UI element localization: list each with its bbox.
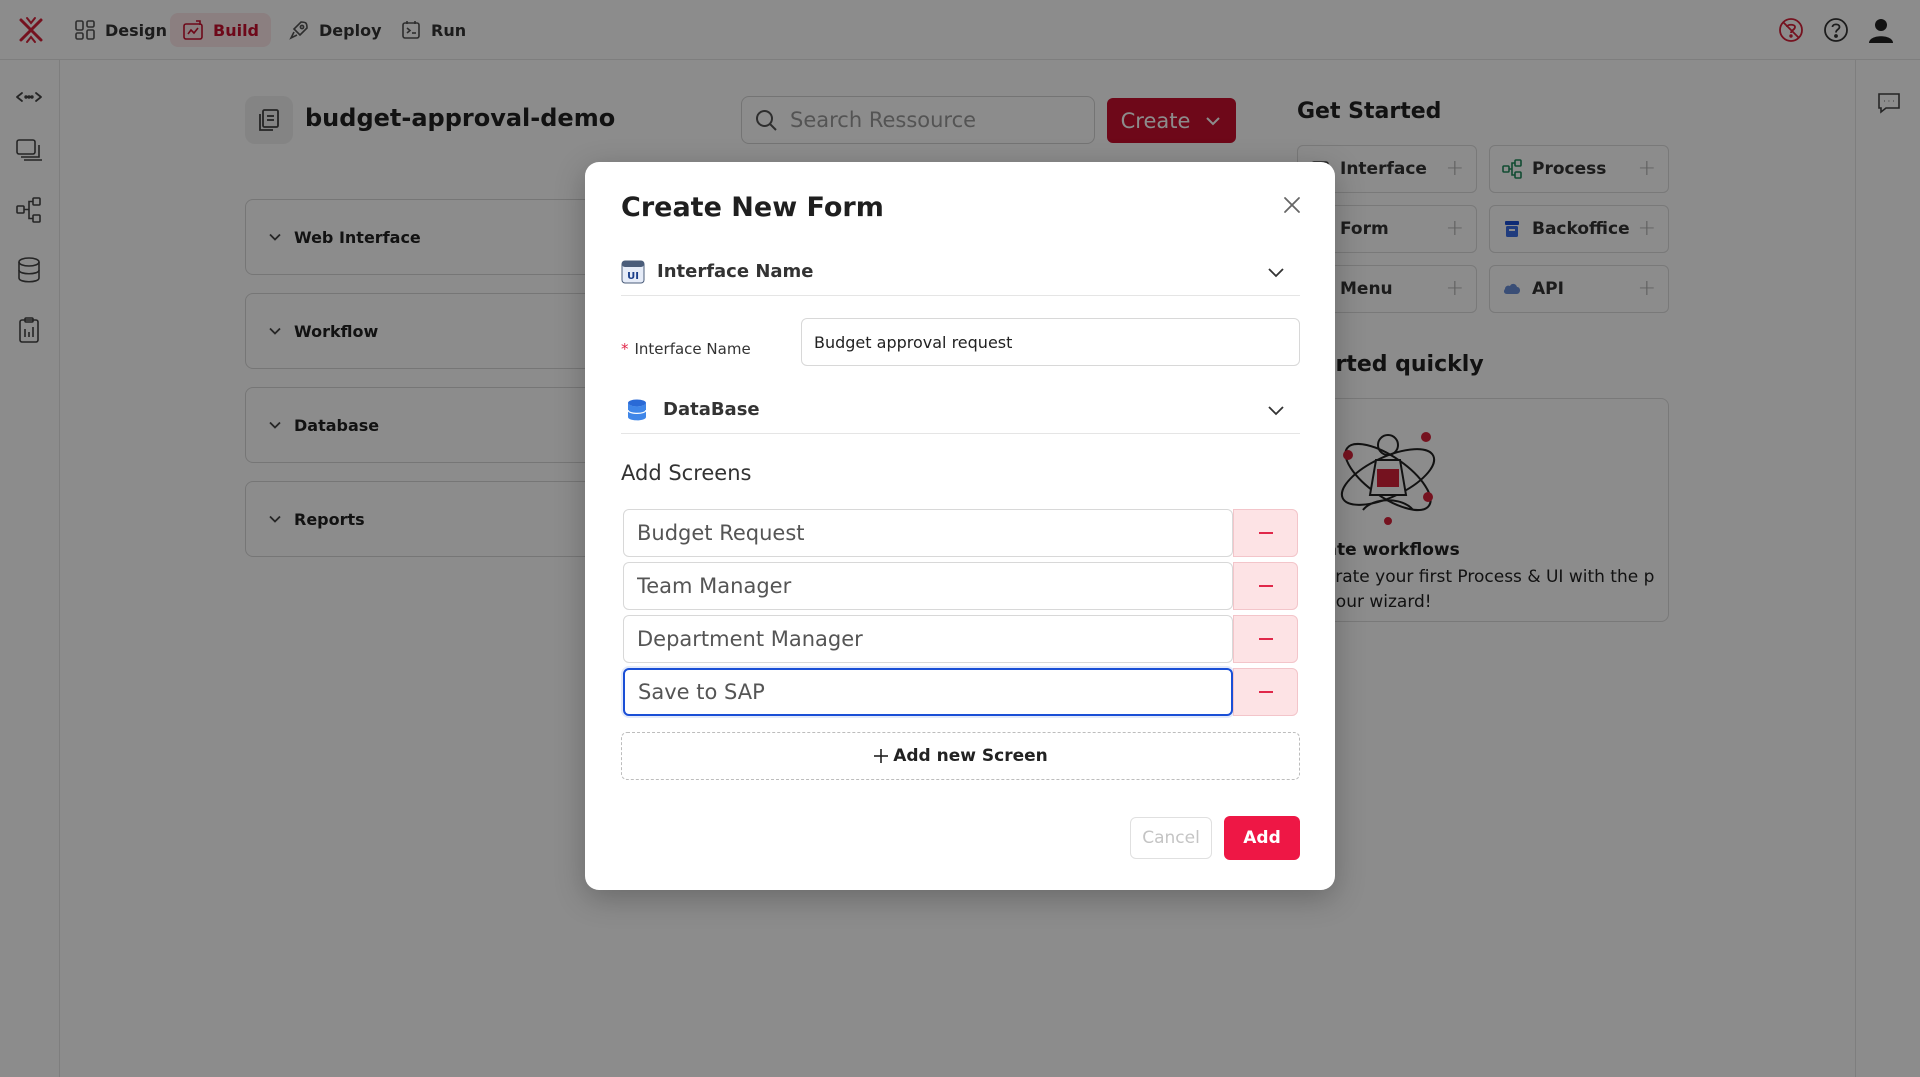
screen-row bbox=[623, 562, 1298, 610]
screen-name-input-focused[interactable] bbox=[623, 668, 1233, 716]
required-marker: * bbox=[621, 340, 629, 358]
cancel-button[interactable]: Cancel bbox=[1130, 817, 1212, 859]
screen-row bbox=[623, 509, 1298, 557]
add-new-screen-button[interactable]: Add new Screen bbox=[621, 732, 1300, 780]
interface-name-label: * Interface Name bbox=[621, 340, 751, 358]
close-icon[interactable] bbox=[1280, 193, 1304, 217]
remove-screen-button[interactable] bbox=[1233, 509, 1298, 557]
ui-badge-text: UI bbox=[627, 271, 639, 282]
chevron-down-icon[interactable] bbox=[1264, 260, 1288, 284]
screen-row bbox=[623, 668, 1298, 716]
remove-screen-button[interactable] bbox=[1233, 615, 1298, 663]
minus-icon bbox=[1258, 691, 1273, 693]
interface-name-input[interactable] bbox=[801, 318, 1300, 366]
interface-name-section[interactable]: UI Interface Name bbox=[621, 248, 1300, 296]
add-screens-title: Add Screens bbox=[621, 461, 752, 485]
minus-icon bbox=[1258, 638, 1273, 640]
add-new-screen-label: Add new Screen bbox=[893, 746, 1048, 766]
database-icon bbox=[627, 399, 647, 420]
plus-icon bbox=[874, 749, 889, 763]
screen-name-input[interactable] bbox=[623, 509, 1233, 557]
screen-name-input[interactable] bbox=[623, 615, 1233, 663]
minus-icon bbox=[1258, 585, 1273, 587]
screen-row bbox=[623, 615, 1298, 663]
interface-name-label-text: Interface Name bbox=[634, 340, 751, 358]
remove-screen-button[interactable] bbox=[1233, 562, 1298, 610]
chevron-down-icon[interactable] bbox=[1264, 398, 1288, 422]
screen-name-input[interactable] bbox=[623, 562, 1233, 610]
modal-title: Create New Form bbox=[621, 192, 884, 223]
remove-screen-button[interactable] bbox=[1233, 668, 1298, 716]
interface-section-label: Interface Name bbox=[657, 261, 814, 282]
minus-icon bbox=[1258, 532, 1273, 534]
ui-badge-icon: UI bbox=[621, 260, 645, 283]
database-section[interactable]: DataBase bbox=[621, 386, 1300, 434]
database-section-label: DataBase bbox=[663, 399, 760, 420]
create-form-modal: Create New Form UI Interface Name * Inter… bbox=[585, 162, 1335, 890]
add-button[interactable]: Add bbox=[1224, 816, 1300, 860]
